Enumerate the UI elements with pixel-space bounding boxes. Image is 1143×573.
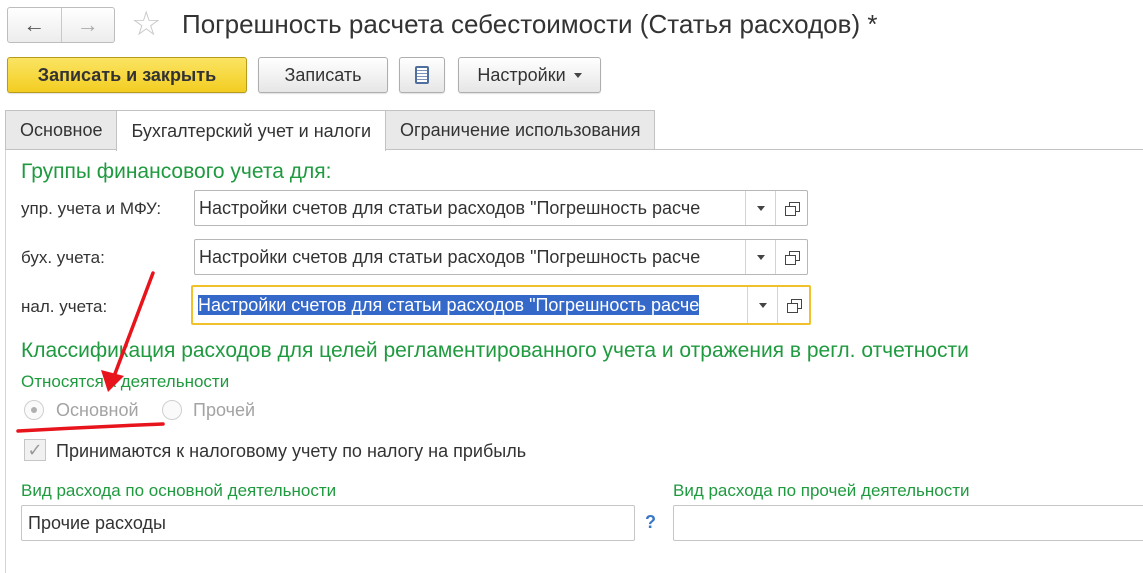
main-expense-type-field[interactable]: Прочие расходы [21, 505, 635, 541]
fin-groups-title: Группы финансового учета для: [21, 160, 332, 183]
mgmt-accounting-dropdown[interactable] [745, 191, 775, 225]
tax-accounting-field[interactable]: Настройки счетов для статьи расходов "По… [191, 285, 811, 325]
annotation-underline [16, 422, 165, 433]
book-accounting-dropdown[interactable] [745, 240, 775, 274]
chevron-down-icon [756, 205, 765, 211]
tax-accounting-selected-text: Настройки счетов для статьи расходов "По… [198, 295, 700, 315]
tax-accounting-open[interactable] [777, 287, 809, 323]
back-arrow-icon[interactable]: ← [8, 8, 61, 42]
tab-accounting-taxes[interactable]: Бухгалтерский учет и налоги [116, 110, 387, 151]
annotation-arrow-shaft [111, 271, 155, 381]
chevron-down-icon [756, 254, 765, 260]
tax-accounting-label: нал. учета: [21, 297, 108, 316]
settings-button-label: Настройки [477, 64, 566, 85]
open-window-icon [787, 298, 802, 313]
document-list-button[interactable] [399, 57, 445, 93]
settings-button[interactable]: Настройки [458, 57, 601, 93]
chevron-down-icon [573, 72, 582, 78]
mgmt-accounting-field[interactable]: Настройки счетов для статьи расходов "По… [194, 190, 808, 226]
chevron-down-icon [758, 302, 767, 308]
main-expense-type-label: Вид расхода по основной деятельности [21, 481, 337, 500]
save-and-close-button[interactable]: Записать и закрыть [7, 57, 247, 93]
tax-accepted-checkbox[interactable]: ✓ [24, 439, 46, 461]
mgmt-accounting-value[interactable]: Настройки счетов для статьи расходов "По… [195, 191, 745, 225]
other-expense-type-label: Вид расхода по прочей деятельности [673, 481, 970, 500]
tax-accounting-dropdown[interactable] [747, 287, 777, 323]
radio-main-activity[interactable] [24, 400, 44, 420]
tax-accounting-value[interactable]: Настройки счетов для статьи расходов "По… [193, 287, 747, 323]
open-window-icon [785, 201, 800, 216]
forward-arrow-icon[interactable]: → [60, 8, 115, 42]
radio-other-activity[interactable] [162, 400, 182, 420]
mgmt-accounting-label: упр. учета и МФУ: [21, 199, 162, 218]
panel-border [5, 150, 6, 573]
activity-label: Относятся к деятельности [21, 372, 230, 391]
book-accounting-field[interactable]: Настройки счетов для статьи расходов "По… [194, 239, 808, 275]
radio-main-activity-label[interactable]: Основной [56, 400, 139, 421]
classification-title: Классификация расходов для целей регламе… [21, 339, 969, 362]
help-icon[interactable]: ? [645, 512, 656, 533]
book-accounting-value[interactable]: Настройки счетов для статьи расходов "По… [195, 240, 745, 274]
tab-main[interactable]: Основное [5, 110, 118, 150]
star-icon[interactable]: ☆ [131, 6, 161, 42]
mgmt-accounting-open[interactable] [775, 191, 807, 225]
tab-bar: Основное Бухгалтерский учет и налоги Огр… [5, 110, 656, 151]
window-title: Погрешность расчета себестоимости (Стать… [182, 9, 878, 39]
open-window-icon [785, 250, 800, 265]
book-accounting-open[interactable] [775, 240, 807, 274]
radio-other-activity-label[interactable]: Прочей [193, 400, 255, 421]
save-button[interactable]: Записать [258, 57, 388, 93]
tax-accepted-label[interactable]: Принимаются к налоговому учету по налогу… [56, 441, 526, 462]
document-icon [415, 66, 429, 84]
tab-usage-restriction[interactable]: Ограничение использования [385, 110, 656, 150]
history-nav: ← → [7, 7, 115, 43]
other-expense-type-field[interactable] [673, 505, 1143, 541]
book-accounting-label: бух. учета: [21, 248, 105, 267]
